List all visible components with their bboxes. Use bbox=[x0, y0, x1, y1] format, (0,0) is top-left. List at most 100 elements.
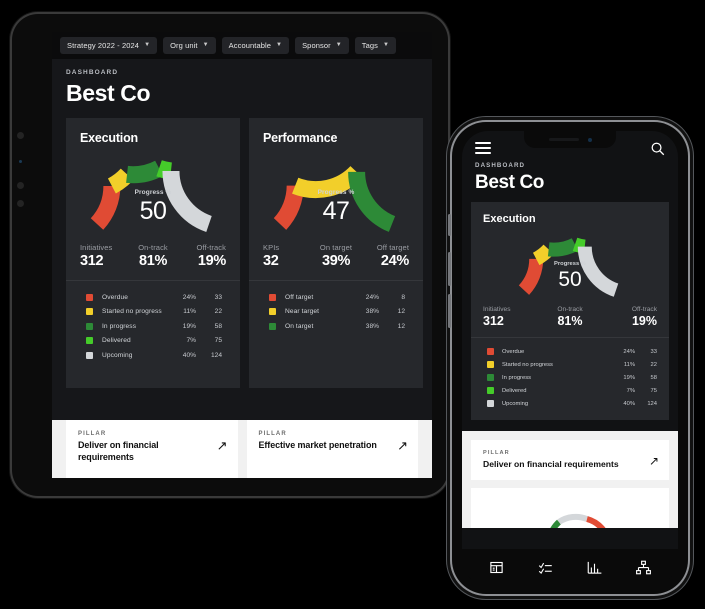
phone-page-title: Best Co bbox=[475, 172, 544, 193]
pillar-title: Deliver on financial requirements bbox=[78, 440, 159, 462]
breadcrumb: DASHBOARD bbox=[66, 69, 119, 76]
gauge-segment-delivered bbox=[572, 237, 586, 254]
phone-screen: DASHBOARD Best Co Execution Progress % 5… bbox=[462, 131, 678, 585]
legend-swatch bbox=[269, 293, 276, 301]
gauge-segment-started-no-progress bbox=[107, 168, 134, 194]
stat-on-track: On-track 81% bbox=[129, 243, 178, 269]
phone-button-volume-down[interactable] bbox=[448, 294, 451, 328]
legend-percent: 38% bbox=[365, 308, 379, 316]
phone-stat-on-track-value: 81% bbox=[557, 314, 583, 328]
divider bbox=[66, 280, 240, 281]
legend-label: Near target bbox=[285, 308, 320, 316]
legend-count: 58 bbox=[214, 322, 222, 330]
phone-button-silent[interactable] bbox=[448, 214, 451, 236]
legend-percent: 7% bbox=[626, 387, 635, 394]
gauge-segment-near-target bbox=[292, 165, 363, 199]
pillar-card-financial[interactable]: PILLAR Deliver on financial requirements… bbox=[66, 420, 238, 478]
legend-label: Delivered bbox=[102, 337, 131, 345]
phone-pillar-card[interactable]: PILLAR Deliver on financial requirements… bbox=[471, 440, 669, 480]
earpiece-speaker bbox=[548, 138, 579, 141]
stat-on-track-key: On-track bbox=[138, 243, 168, 252]
phone-stat-initiatives: Initiatives 312 bbox=[483, 306, 541, 328]
chevron-down-icon: ▼ bbox=[383, 41, 390, 48]
legend-count: 12 bbox=[397, 308, 405, 316]
phone-card-execution: Execution Progress % 50 Initiatives 312 … bbox=[471, 202, 669, 420]
chevron-down-icon: ▼ bbox=[335, 41, 342, 48]
filter-org-unit[interactable]: Org unit ▼ bbox=[163, 37, 216, 54]
filter-strategy[interactable]: Strategy 2022 - 2024 ▼ bbox=[60, 37, 158, 54]
stat-kpis-key: KPIs bbox=[263, 243, 280, 252]
legend-label: On target bbox=[285, 322, 314, 330]
stat-off-track-key: Off-track bbox=[196, 243, 227, 252]
stat-on-target: On target 39% bbox=[312, 243, 361, 269]
arrow-up-right-icon[interactable]: ↗ bbox=[397, 439, 408, 452]
phone-stat-initiatives-key: Initiatives bbox=[483, 306, 511, 313]
phone-breadcrumb: DASHBOARD bbox=[475, 162, 526, 169]
legend-label: Off target bbox=[285, 293, 314, 301]
gauge-execution-value: 50 bbox=[139, 197, 167, 225]
legend-row: Upcoming 40% 124 bbox=[487, 397, 657, 410]
tab-board[interactable] bbox=[489, 560, 504, 575]
tab-tasks[interactable] bbox=[538, 560, 553, 575]
tablet-camera bbox=[19, 160, 22, 163]
phone-tab-bar bbox=[462, 549, 678, 585]
phone-stat-off-track-value: 19% bbox=[631, 314, 657, 328]
arrow-up-right-icon[interactable]: ↗ bbox=[649, 455, 659, 467]
filter-sponsor-label: Sponsor bbox=[302, 41, 331, 50]
legend-percent: 11% bbox=[183, 308, 196, 316]
phone-stat-initiatives-value: 312 bbox=[483, 314, 504, 328]
legend-percent: 19% bbox=[182, 322, 196, 330]
legend-percent: 24% bbox=[365, 293, 379, 301]
legend-swatch bbox=[86, 351, 93, 359]
hamburger-menu-icon[interactable] bbox=[475, 139, 491, 157]
legend-count: 75 bbox=[214, 337, 222, 345]
legend-row: Overdue 24% 33 bbox=[86, 290, 222, 305]
tab-reports[interactable] bbox=[587, 560, 602, 575]
tab-hierarchy[interactable] bbox=[636, 560, 651, 575]
filter-bar: Strategy 2022 - 2024 ▼ Org unit ▼ Accoun… bbox=[52, 32, 432, 59]
legend-swatch bbox=[86, 322, 93, 330]
gauge-execution-label: Progress % bbox=[134, 189, 172, 196]
gauge-execution: Progress % 50 bbox=[80, 155, 226, 233]
phone-spacer bbox=[462, 420, 678, 431]
legend-row: Upcoming 40% 124 bbox=[86, 348, 222, 363]
chevron-down-icon: ▼ bbox=[144, 41, 151, 48]
legend-swatch bbox=[269, 322, 276, 330]
filter-tags[interactable]: Tags ▼ bbox=[354, 37, 397, 54]
filter-accountable[interactable]: Accountable ▼ bbox=[221, 37, 290, 54]
phone-stat-off-track: Off-track 19% bbox=[599, 306, 657, 328]
legend-percent: 40% bbox=[623, 400, 635, 407]
arrow-up-right-icon[interactable]: ↗ bbox=[217, 439, 228, 452]
gauge-performance-value: 47 bbox=[322, 197, 350, 225]
phone-gauge-execution: Progress % 50 bbox=[510, 233, 630, 298]
phone-pillar-section: PILLAR Deliver on financial requirements… bbox=[462, 431, 678, 528]
divider bbox=[249, 280, 423, 281]
pillar-eyebrow: PILLAR bbox=[258, 431, 287, 437]
tablet-button-power[interactable] bbox=[17, 200, 24, 207]
legend-row: In progress 19% 58 bbox=[487, 371, 657, 384]
legend-percent: 40% bbox=[182, 351, 196, 359]
tablet-device: Strategy 2022 - 2024 ▼ Org unit ▼ Accoun… bbox=[12, 14, 448, 496]
legend-row: Near target 38% 12 bbox=[269, 305, 405, 320]
phone-stat-on-track: On-track 81% bbox=[541, 306, 599, 328]
legend-count: 22 bbox=[650, 361, 657, 368]
card-execution-title: Execution bbox=[80, 131, 138, 145]
phone-button-volume-up[interactable] bbox=[448, 252, 451, 286]
legend-count: 124 bbox=[210, 351, 222, 359]
card-performance-stats: KPIs 32 On target 39% Off target 24% bbox=[263, 243, 409, 269]
tablet-button-volume-up[interactable] bbox=[17, 132, 24, 139]
legend-percent: 24% bbox=[623, 348, 635, 355]
legend-count: 12 bbox=[397, 322, 405, 330]
phone-card-execution-title: Execution bbox=[483, 213, 536, 225]
search-icon[interactable] bbox=[650, 141, 665, 156]
filter-sponsor[interactable]: Sponsor ▼ bbox=[295, 37, 349, 54]
phone-stat-on-track-key: On-track bbox=[557, 306, 583, 313]
pillar-card-market[interactable]: PILLAR Effective market penetration ↗ bbox=[246, 420, 418, 478]
card-execution: Execution Progress % 50 Initiatives 312 bbox=[66, 118, 240, 388]
tablet-button-volume-down[interactable] bbox=[17, 182, 24, 189]
filter-accountable-label: Accountable bbox=[228, 41, 272, 50]
legend-execution: Overdue 24% 33 Started no progress 11% 22 In p… bbox=[80, 290, 226, 363]
card-execution-stats: Initiatives 312 On-track 81% Off-track 1… bbox=[80, 243, 226, 269]
legend-row: Started no progress 11% 22 bbox=[487, 358, 657, 371]
legend-label: Started no progress bbox=[102, 308, 162, 316]
